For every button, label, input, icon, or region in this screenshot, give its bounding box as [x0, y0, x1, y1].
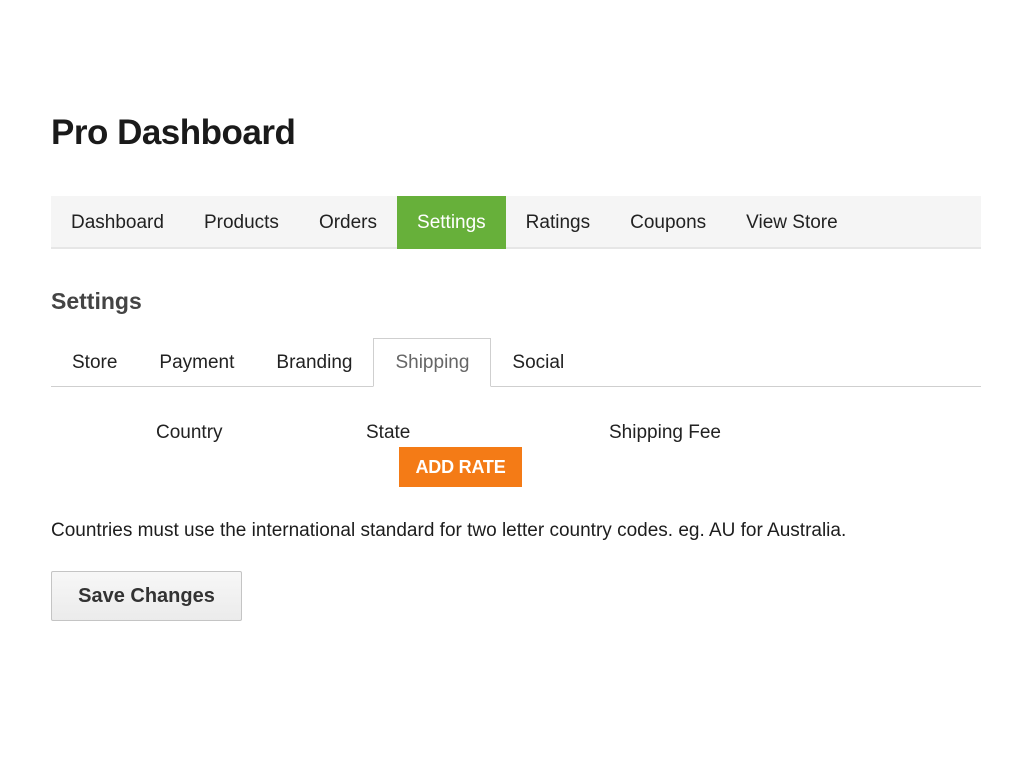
nav-item-settings[interactable]: Settings: [397, 196, 506, 249]
add-rate-button[interactable]: ADD RATE: [399, 447, 522, 487]
tab-payment[interactable]: Payment: [138, 338, 255, 387]
save-changes-button[interactable]: Save Changes: [51, 571, 242, 621]
nav-item-view-store[interactable]: View Store: [726, 196, 858, 249]
tab-shipping[interactable]: Shipping: [373, 338, 492, 387]
nav-item-products[interactable]: Products: [184, 196, 299, 249]
tab-branding[interactable]: Branding: [255, 338, 373, 387]
section-title: Settings: [51, 288, 142, 314]
nav-item-dashboard[interactable]: Dashboard: [51, 196, 184, 249]
settings-tabs: Store Payment Branding Shipping Social: [51, 338, 981, 387]
main-nav: Dashboard Products Orders Settings Ratin…: [51, 196, 981, 249]
nav-item-ratings[interactable]: Ratings: [506, 196, 610, 249]
nav-item-coupons[interactable]: Coupons: [610, 196, 726, 249]
nav-item-orders[interactable]: Orders: [299, 196, 397, 249]
page-title: Pro Dashboard: [51, 113, 296, 152]
tab-store[interactable]: Store: [51, 338, 138, 387]
column-header-state: State: [366, 422, 411, 443]
column-header-shipping-fee: Shipping Fee: [609, 422, 721, 443]
country-code-help-text: Countries must use the international sta…: [51, 520, 847, 541]
tab-social[interactable]: Social: [491, 338, 585, 387]
page-container: Pro Dashboard Dashboard Products Orders …: [51, 0, 981, 768]
column-header-country: Country: [156, 422, 223, 443]
